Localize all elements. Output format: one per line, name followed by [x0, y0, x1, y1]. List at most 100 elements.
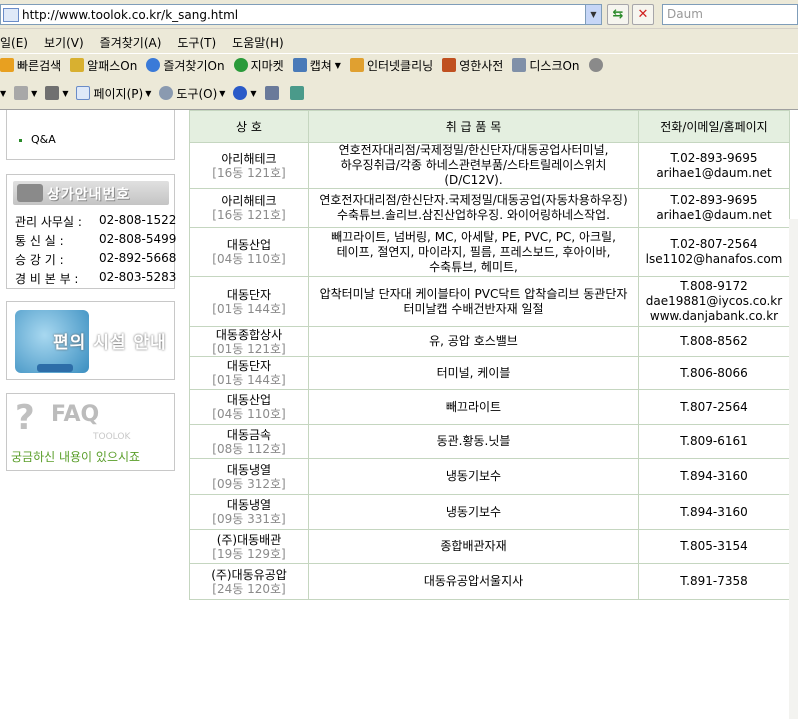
- address-bar-row: http://www.toolok.co.kr/k_sang.html ▼ ⇆ …: [0, 0, 798, 29]
- contact-cell: T.02-893-9695 arihae1@daum.net: [638, 142, 790, 189]
- menu-view[interactable]: 보기(V): [44, 34, 84, 51]
- more-chevron-icon[interactable]: [588, 58, 603, 72]
- link-dictionary[interactable]: 영한사전: [442, 57, 503, 74]
- store-name[interactable]: 대동단자: [193, 359, 305, 373]
- contact-row: 승 강 기 : 02-892-5668: [15, 251, 176, 268]
- contact-line: T.808-9172: [680, 279, 748, 293]
- col-header-contact: 전화/이메일/홈페이지: [638, 110, 790, 143]
- contact-line: T.894-3160: [680, 504, 748, 519]
- disk-icon: [512, 58, 527, 72]
- contact-line[interactable]: arihae1@daum.net: [642, 208, 786, 223]
- menu-bar: 일(E) 보기(V) 즐겨찾기(A) 도구(T) 도움말(H): [0, 31, 798, 53]
- address-field[interactable]: http://www.toolok.co.kr/k_sang.html ▼: [0, 4, 602, 25]
- research-button[interactable]: [264, 86, 282, 100]
- table-row: 대동종합상사 [01동 121호] 유, 공압 호스밸브 T.808-8562: [189, 326, 790, 357]
- store-name[interactable]: (주)대동배관: [193, 533, 305, 547]
- store-name[interactable]: 대동냉열: [193, 463, 305, 477]
- link-label: 인터넷클리닝: [366, 58, 434, 73]
- convenience-banner[interactable]: 편의 시설 안내: [6, 301, 175, 380]
- computer-stand-icon: [37, 364, 73, 372]
- store-room: [04동 110호]: [212, 407, 286, 421]
- address-url[interactable]: http://www.toolok.co.kr/k_sang.html: [22, 8, 238, 22]
- chevron-down-icon[interactable]: ▼: [335, 61, 341, 70]
- items-cell: 빼끄라이트, 넘버링, MC, 아세탈, PE, PVC, PC, 아크릴, 테…: [308, 227, 639, 277]
- store-room: [09동 312호]: [212, 476, 286, 491]
- link-label: 알패스On: [87, 58, 138, 73]
- contact-line[interactable]: lse1102@hanafos.com: [642, 252, 786, 267]
- contact-line[interactable]: dae19881@iycos.co.kr: [642, 294, 786, 309]
- help-button[interactable]: ▼: [233, 86, 257, 100]
- link-internet-cleaning[interactable]: 인터넷클리닝: [349, 57, 434, 74]
- contact-line[interactable]: arihae1@daum.net: [642, 166, 786, 181]
- store-room: [16동 121호]: [212, 208, 286, 222]
- bullet-icon: [19, 139, 22, 142]
- items-cell: 터미널, 케이블: [308, 356, 639, 390]
- store-name[interactable]: 아리해테크: [193, 194, 305, 208]
- links-toolbar: 빠른검색 알패스On 즐겨찾기On 지마켓 캡쳐 ▼ 인터넷클리닝 영한사전 디스…: [0, 53, 798, 76]
- stop-icon[interactable]: ✕: [632, 4, 654, 25]
- link-favorites-on[interactable]: 즐겨찾기On: [146, 57, 225, 74]
- table-row: 대동단자 [01동 144호] 압착터미날 단자대 케이블타이 PVC닥트 압착슬리…: [189, 276, 790, 327]
- feeds-button[interactable]: ▼: [14, 86, 37, 100]
- menu-tools[interactable]: 도구(T): [177, 34, 216, 51]
- search-input[interactable]: Daum: [662, 4, 798, 25]
- contact-cell: T.894-3160: [638, 458, 790, 495]
- table-row: 아리해테크 [16동 121호] 연호전자대리점/국제정밀/한신단자/대동공업사터미…: [189, 142, 790, 189]
- link-disk-on[interactable]: 디스크On: [512, 57, 580, 74]
- menu-help[interactable]: 도움말(H): [232, 34, 284, 51]
- contact-line: T.808-8562: [680, 334, 748, 348]
- contact-line: T.809-6161: [680, 434, 748, 448]
- faq-banner[interactable]: ? FAQ TOOLOK 궁금하신 내용이 있으시죠: [6, 393, 175, 471]
- contact-cell: T.806-8066: [638, 356, 790, 390]
- faq-brand: TOOLOK: [93, 432, 131, 442]
- store-name[interactable]: 대동금속: [193, 428, 305, 442]
- rss-icon: [14, 86, 29, 100]
- items-cell: 냉동기보수: [308, 458, 639, 495]
- home-dropdown[interactable]: ▼: [0, 89, 6, 98]
- contact-cell: T.02-893-9695 arihae1@daum.net: [638, 188, 790, 228]
- contact-line[interactable]: www.danjabank.co.kr: [642, 309, 786, 324]
- qa-link[interactable]: Q&A: [31, 133, 56, 146]
- store-cell: 대동냉열 [09동 331호]: [189, 494, 309, 530]
- page-menu[interactable]: 페이지(P) ▼: [76, 85, 151, 102]
- store-cell: 대동금속 [08동 112호]: [189, 424, 309, 459]
- menu-file[interactable]: 일(E): [0, 34, 28, 51]
- convenience-title: 편의 시설 안내: [53, 333, 167, 353]
- address-dropdown-icon[interactable]: ▼: [585, 5, 601, 24]
- research-icon: [264, 86, 279, 100]
- tools-menu[interactable]: 도구(O) ▼: [159, 85, 225, 102]
- store-name[interactable]: 대동단자: [193, 288, 305, 302]
- page-menu-label: 페이지(P): [93, 86, 144, 101]
- table-row: 대동금속 [08동 112호] 동관.황동.닛블 T.809-6161: [189, 424, 790, 459]
- link-alpass[interactable]: 알패스On: [70, 57, 137, 74]
- store-name[interactable]: 대동종합상사: [193, 328, 305, 342]
- browser-chrome: http://www.toolok.co.kr/k_sang.html ▼ ⇆ …: [0, 0, 798, 109]
- store-name[interactable]: 대동냉열: [193, 498, 305, 512]
- contact-line: T.807-2564: [680, 399, 748, 414]
- gear-icon: [159, 86, 174, 100]
- items-cell: 유, 공압 호스밸브: [308, 326, 639, 357]
- link-quick-search[interactable]: 빠른검색: [0, 57, 61, 74]
- key-icon: [70, 58, 85, 72]
- table-row: (주)대동유공압 [24동 120호] 대동유공압서울지사 T.891-7358: [189, 563, 790, 600]
- gmarket-icon: [233, 58, 248, 72]
- chevron-down-icon: ▼: [219, 88, 226, 98]
- store-name[interactable]: 대동산업: [193, 393, 305, 407]
- store-name[interactable]: 대동산업: [193, 238, 305, 252]
- qa-box: Q&A: [6, 110, 175, 160]
- table-row: 아리해테크 [16동 121호] 연호전자대리점/한신단자.국제정밀/대동공업(자동…: [189, 188, 790, 228]
- table-row: 대동산업 [04동 110호] 빼끄라이트 T.807-2564: [189, 389, 790, 425]
- print-button[interactable]: ▼: [45, 86, 68, 100]
- contact-label: 관리 사무실 :: [15, 215, 82, 229]
- store-name[interactable]: (주)대동유공압: [193, 568, 305, 582]
- go-icon[interactable]: ⇆: [607, 4, 629, 25]
- store-name[interactable]: 아리해테크: [193, 152, 305, 166]
- link-capture[interactable]: 캡쳐 ▼: [292, 57, 341, 74]
- capture-icon: [292, 58, 307, 72]
- store-cell: 대동단자 [01동 144호]: [189, 276, 309, 327]
- link-gmarket[interactable]: 지마켓: [233, 57, 284, 74]
- link-label: 캡쳐: [309, 58, 332, 73]
- menu-favorites[interactable]: 즐겨찾기(A): [100, 34, 162, 51]
- messenger-button[interactable]: [289, 86, 307, 100]
- scrollbar[interactable]: [789, 219, 798, 719]
